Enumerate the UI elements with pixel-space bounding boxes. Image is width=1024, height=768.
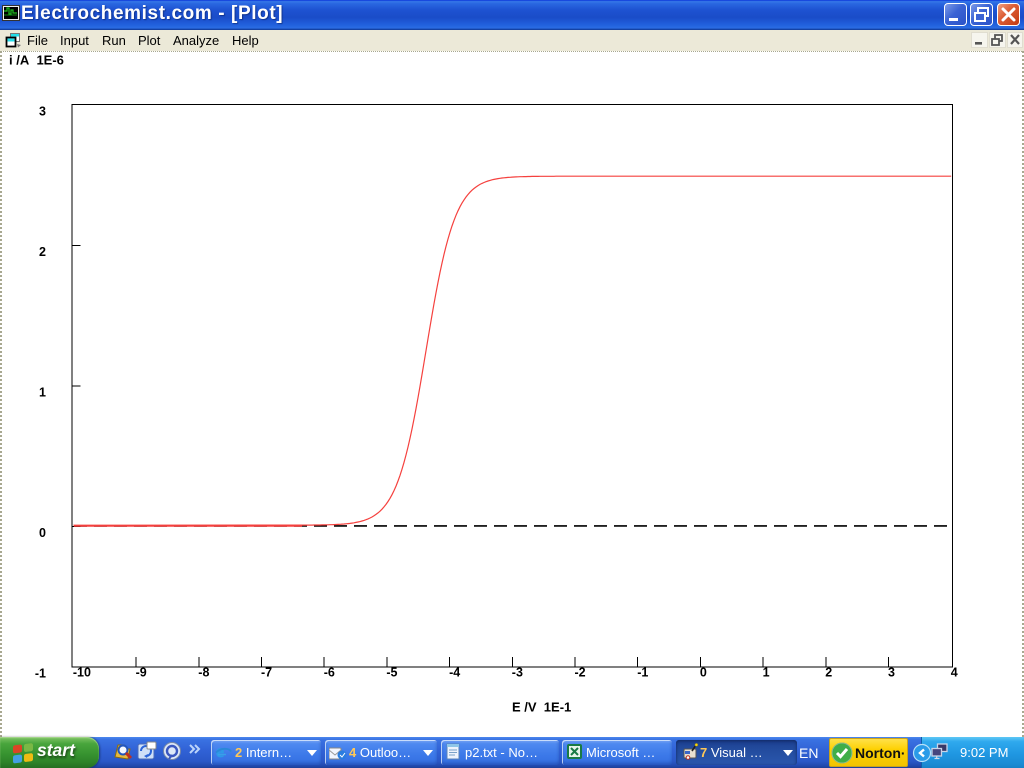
svg-text:1: 1 [763, 666, 770, 680]
svg-text:-10: -10 [73, 666, 91, 680]
svg-text:3: 3 [888, 666, 895, 680]
svg-text:2: 2 [825, 666, 832, 680]
svg-text:-4: -4 [449, 666, 460, 680]
svg-text:-8: -8 [198, 666, 209, 680]
svg-text:i /A 1E-6: i /A 1E-6 [9, 53, 64, 68]
svg-text:2: 2 [39, 245, 46, 259]
svg-text:0: 0 [700, 666, 707, 680]
svg-text:0: 0 [39, 526, 46, 540]
svg-text:-9: -9 [136, 666, 147, 680]
svg-text:E /V 1E-1: E /V 1E-1 [512, 700, 571, 715]
svg-text:-3: -3 [512, 666, 523, 680]
svg-text:-7: -7 [261, 666, 272, 680]
svg-text:-6: -6 [324, 666, 335, 680]
svg-text:-1: -1 [637, 666, 648, 680]
svg-text:3: 3 [39, 105, 46, 119]
svg-text:4: 4 [951, 666, 958, 680]
svg-text:1: 1 [39, 386, 46, 400]
svg-text:-2: -2 [575, 666, 586, 680]
svg-text:-1: -1 [35, 667, 46, 681]
svg-text:-5: -5 [386, 666, 397, 680]
